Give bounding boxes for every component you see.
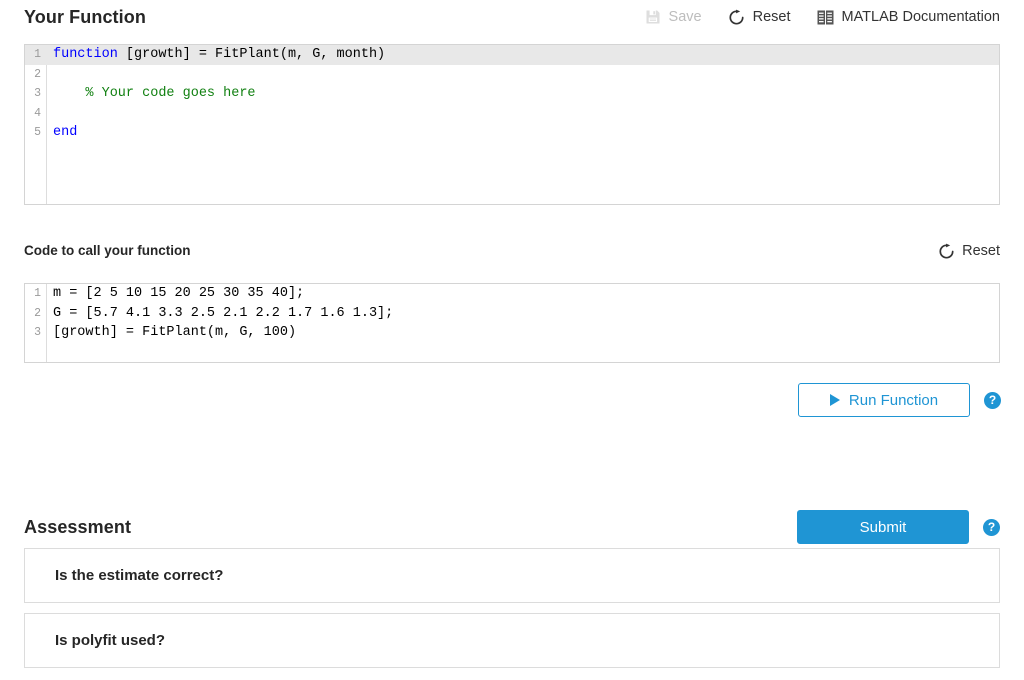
assessment-item-label: Is polyfit used? [55, 632, 166, 649]
code-line-text: m = [2 5 10 15 20 25 30 35 40]; [46, 286, 304, 301]
code-line: 1 function [growth] = FitPlant(m, G, mont… [25, 45, 999, 65]
line-number: 3 [34, 87, 41, 101]
function-code-editor[interactable]: 1 function [growth] = FitPlant(m, G, mont… [24, 44, 1000, 205]
code-line: 5 end [25, 123, 999, 143]
function-code-editor-inner: 1 function [growth] = FitPlant(m, G, mont… [25, 45, 999, 204]
line-number: 1 [34, 48, 41, 62]
function-code-lines: 1 function [growth] = FitPlant(m, G, mont… [25, 45, 999, 143]
editor-toolbar: Save Reset MATLAB Documentation [644, 7, 1000, 27]
reset-call-code-button[interactable]: Reset [937, 241, 1000, 261]
code-line: 3 % Your code goes here [25, 84, 999, 104]
code-token: % Your code goes here [53, 86, 256, 102]
play-icon [829, 394, 840, 406]
call-code-editor[interactable]: 1 m = [2 5 10 15 20 25 30 35 40]; 2 G = [5.… [24, 283, 1000, 363]
code-token: [growth] = FitPlant(m, G, 100) [53, 325, 297, 341]
reset-refresh-icon [937, 242, 955, 260]
matlab-documentation-label: MATLAB Documentation [841, 9, 1001, 25]
matlab-documentation-button[interactable]: MATLAB Documentation [817, 7, 1001, 27]
reset-refresh-icon [728, 8, 746, 26]
assessment-header: Assessment Submit ? [24, 510, 1000, 544]
submit-button[interactable]: Submit [797, 510, 969, 544]
code-line-text: end [46, 125, 77, 140]
run-function-help-icon[interactable]: ? [984, 391, 1001, 409]
code-line: 4 [25, 104, 999, 124]
call-code-lines: 1 m = [2 5 10 15 20 25 30 35 40]; 2 G = [5.… [25, 284, 999, 343]
assessment-item-label: Is the estimate correct? [55, 567, 224, 584]
run-function-label: Run Function [848, 391, 939, 409]
line-number: 3 [34, 326, 41, 340]
line-number: 4 [34, 106, 41, 120]
run-function-row: Run Function ? [798, 383, 1001, 417]
save-disk-icon [644, 8, 662, 26]
call-code-editor-inner: 1 m = [2 5 10 15 20 25 30 35 40]; 2 G = [5.… [25, 284, 999, 362]
your-function-header: Your Function Save Reset MATLAB Document… [24, 6, 1000, 28]
code-line: 3 [growth] = FitPlant(m, G, 100) [25, 323, 999, 343]
submit-label: Submit [859, 518, 907, 536]
reset-call-code-label: Reset [962, 243, 1000, 259]
line-number: 1 [34, 287, 41, 301]
submit-row: Submit ? [797, 510, 1000, 544]
save-button[interactable]: Save [644, 7, 702, 27]
reset-function-button[interactable]: Reset [728, 7, 791, 27]
matlab-grader-page: Your Function Save Reset MATLAB Document… [0, 0, 1024, 680]
code-line-text: % Your code goes here [46, 86, 256, 102]
code-token: end [53, 125, 78, 141]
call-code-title: Code to call your function [24, 243, 191, 258]
code-line-text: G = [5.7 4.1 3.3 2.5 2.1 2.2 1.7 1.6 1.3… [46, 306, 393, 321]
run-function-button[interactable]: Run Function [798, 383, 970, 417]
code-line-text: function [growth] = FitPlant(m, G, month… [46, 47, 385, 62]
code-line-text: [growth] = FitPlant(m, G, 100) [46, 325, 296, 340]
call-code-header: Code to call your function Reset [24, 241, 1000, 261]
page-title: Your Function [24, 7, 146, 27]
assessment-title: Assessment [24, 517, 132, 537]
submit-help-icon[interactable]: ? [983, 518, 1000, 536]
code-token: G = [5.7 4.1 3.3 2.5 2.1 2.2 1.7 1.6 1.3… [53, 305, 394, 321]
line-number: 2 [34, 67, 41, 81]
assessment-item-polyfit[interactable]: Is polyfit used? [24, 613, 1000, 668]
code-line: 1 m = [2 5 10 15 20 25 30 35 40]; [25, 284, 999, 304]
documentation-book-icon [817, 8, 835, 26]
line-number: 2 [34, 306, 41, 320]
code-token: m = [2 5 10 15 20 25 30 35 40]; [53, 286, 305, 302]
code-token: function [53, 47, 118, 63]
code-token: [growth] = FitPlant(m, G, month) [117, 47, 386, 63]
save-button-label: Save [668, 9, 702, 25]
line-number: 5 [34, 126, 41, 140]
reset-function-label: Reset [752, 9, 791, 25]
assessment-item-estimate[interactable]: Is the estimate correct? [24, 548, 1000, 603]
code-line: 2 [25, 65, 999, 85]
code-line: 2 G = [5.7 4.1 3.3 2.5 2.1 2.2 1.7 1.6 1.… [25, 304, 999, 324]
